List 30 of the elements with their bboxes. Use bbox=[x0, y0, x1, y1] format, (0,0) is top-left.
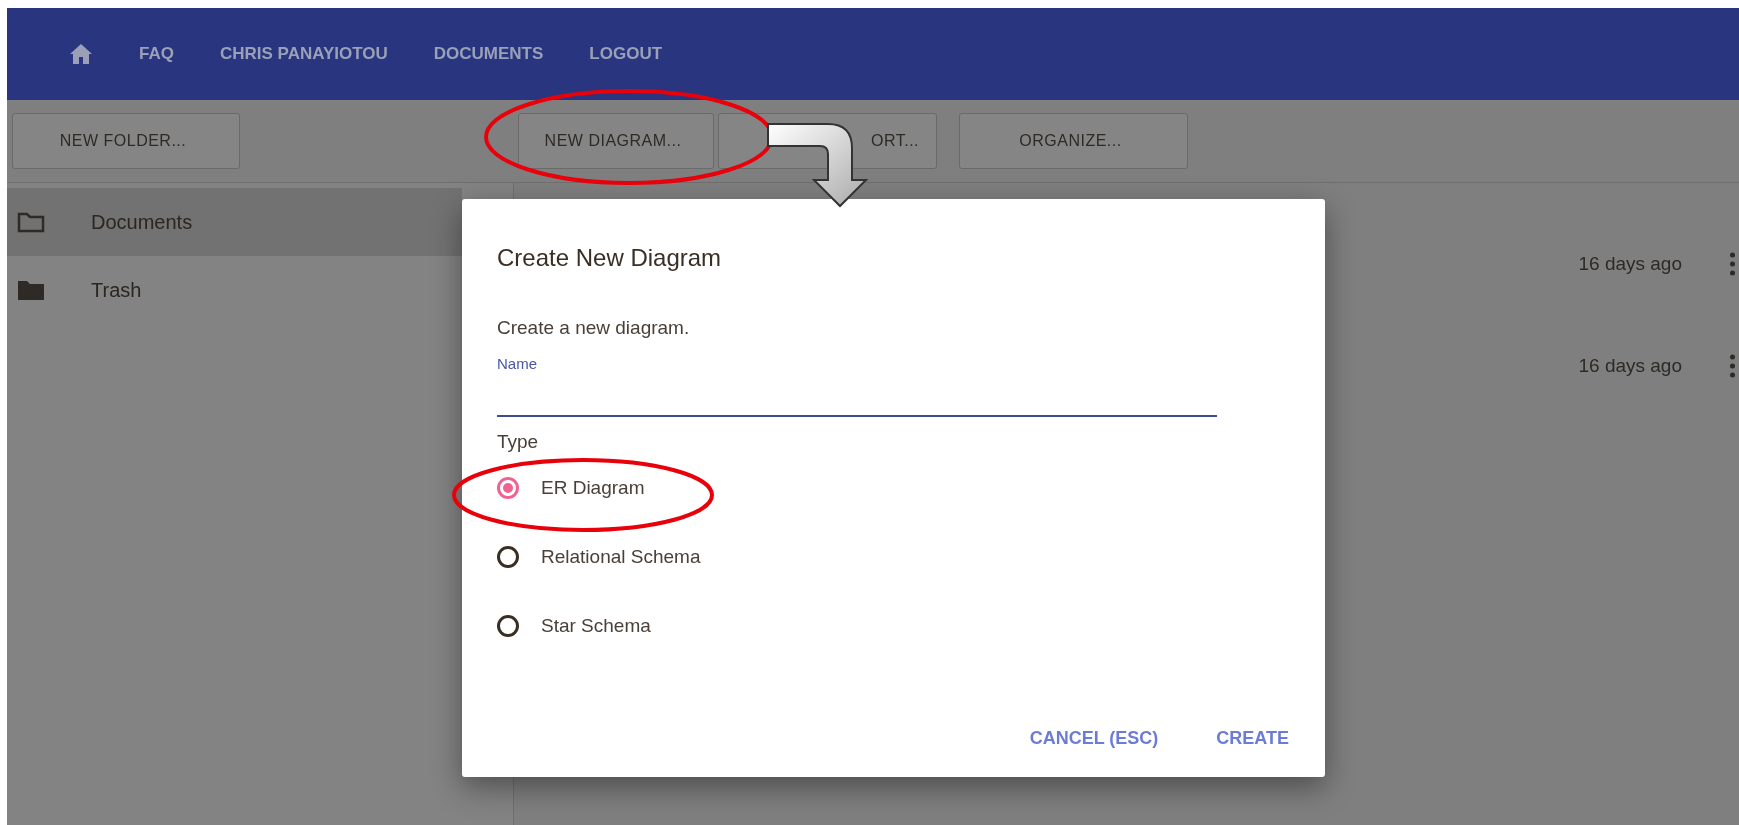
option-label: Relational Schema bbox=[541, 545, 701, 568]
nav-link[interactable]: FAQ bbox=[139, 44, 174, 64]
dialog-title: Create New Diagram bbox=[497, 244, 723, 272]
sidebar-item[interactable]: Documents bbox=[7, 188, 462, 256]
radio-button[interactable] bbox=[497, 476, 519, 499]
option-label: Star Schema bbox=[541, 614, 651, 637]
field-label: Name bbox=[497, 355, 538, 372]
sidebar-item[interactable]: Trash bbox=[7, 256, 462, 324]
toolbar-button[interactable]: NEW DIAGRAM... bbox=[518, 113, 714, 169]
modified-time: 16 days ago bbox=[1578, 253, 1682, 275]
sidebar-item-label: Trash bbox=[91, 278, 142, 302]
sidebar-item-label: Documents bbox=[91, 210, 193, 234]
modified-time: 16 days ago bbox=[1578, 355, 1682, 377]
nav-link[interactable]: LOGOUT bbox=[589, 44, 663, 64]
create-button[interactable]: CREATE bbox=[1216, 728, 1289, 749]
new-folder-button[interactable]: NEW FOLDER... bbox=[12, 113, 240, 169]
option-label: ER Diagram bbox=[541, 476, 645, 499]
nav-link[interactable]: DOCUMENTS bbox=[433, 44, 544, 64]
cancel-button[interactable]: CANCEL (ESC) bbox=[1029, 728, 1159, 749]
more-icon[interactable] bbox=[1730, 252, 1735, 276]
folder-icon bbox=[17, 211, 45, 233]
folder-icon bbox=[17, 279, 45, 301]
toolbar-button[interactable]: ORGANIZE... bbox=[959, 113, 1188, 169]
radio-button[interactable] bbox=[497, 614, 519, 637]
home-icon[interactable] bbox=[69, 43, 93, 65]
nav-link[interactable]: CHRIS PANAYIOTOU bbox=[219, 44, 388, 64]
more-icon[interactable] bbox=[1730, 354, 1735, 378]
dialog-description: Create a new diagram. bbox=[497, 317, 691, 339]
type-label: Type bbox=[497, 431, 540, 453]
radio-button[interactable] bbox=[497, 545, 519, 568]
